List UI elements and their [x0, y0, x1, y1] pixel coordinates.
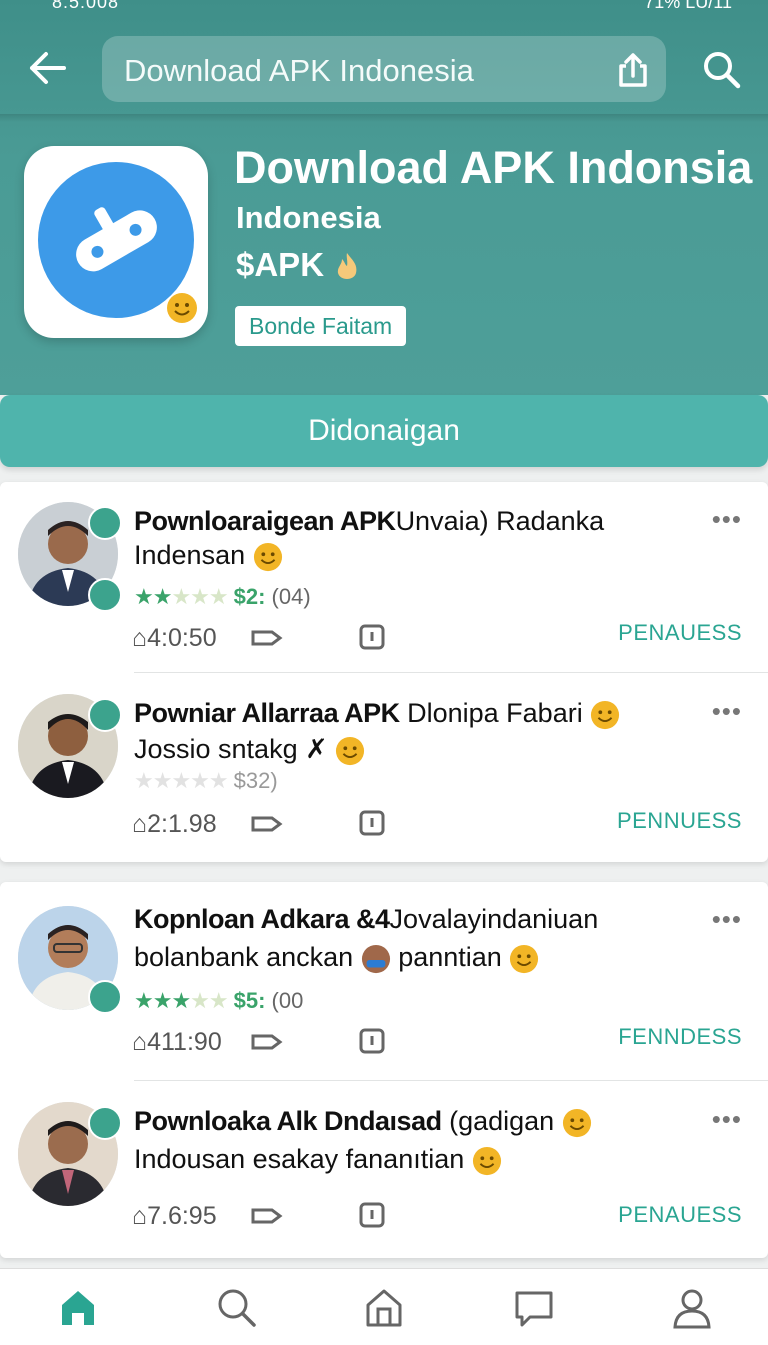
item-action-button[interactable]: PENAUESS: [618, 620, 742, 646]
more-options-icon[interactable]: •••: [712, 696, 742, 727]
item-time: 7.6:95: [147, 1202, 217, 1230]
list-item[interactable]: Kopnloan Adkara &4Jovalayindaniuan bolan…: [0, 882, 768, 1078]
status-battery: 71%: [644, 0, 681, 12]
tag-icon: [251, 1208, 283, 1224]
app-title: Download APK Indonsia: [234, 142, 753, 193]
tag-icon: [251, 816, 283, 832]
home-small-icon: ⌂: [132, 624, 148, 652]
item-title: Pownloaka Alk Dndaısad: [134, 1106, 442, 1136]
rating-stars: ★★★★★ $2: (04): [134, 584, 311, 609]
tag-icon: [251, 630, 283, 646]
profile-icon[interactable]: [670, 1285, 714, 1329]
item-subtitle: Jossio sntakg: [134, 734, 298, 764]
smiley-emoji-icon: [562, 1108, 591, 1137]
item-price: $2:: [233, 584, 266, 609]
item-title-rest: Dlonipa Fabari: [407, 698, 583, 728]
more-options-icon[interactable]: •••: [712, 904, 742, 935]
item-title: Powniar Allarraa APK: [134, 698, 400, 728]
gear-badge-icon: [88, 980, 122, 1014]
download-box-icon[interactable]: [358, 809, 386, 837]
search-field-text: Download APK Indonesia: [124, 53, 474, 88]
share-icon[interactable]: [616, 52, 650, 88]
app-subtitle: Indonesia: [236, 200, 381, 235]
item-title: Kopnloan Adkara &4: [134, 904, 390, 934]
smiley-emoji-icon: [166, 292, 198, 324]
rating-stars: ★★★★★ $32): [134, 768, 278, 793]
item-title: Pownloaraigean APK: [134, 506, 396, 536]
app-icon: [24, 146, 208, 338]
item-subtitle: bolanbank anckan: [134, 942, 354, 972]
item-action-button[interactable]: PENAUESS: [618, 1202, 742, 1228]
smiley-emoji-icon: [253, 542, 282, 571]
gear-badge-icon: [88, 578, 122, 612]
status-time: 8:5:008: [52, 0, 120, 12]
item-time: 4:0:50: [147, 624, 217, 652]
item-title-rest: (gadigan: [449, 1106, 555, 1136]
list-item[interactable]: Pownloaraigean APKUnvaia) Radanka Indens…: [0, 482, 768, 672]
download-box-icon[interactable]: [358, 1201, 386, 1229]
store-icon[interactable]: [362, 1285, 406, 1329]
rating-stars: ★★★★★ $5: (00: [134, 988, 304, 1013]
bottom-navigation: [0, 1268, 768, 1345]
home-small-icon: ⌂: [132, 810, 148, 838]
home-small-icon: ⌂: [132, 1202, 148, 1230]
list-item[interactable]: Pownloaka Alk Dndaısad (gadigan Indousan…: [0, 1082, 768, 1258]
item-price: $32): [233, 768, 278, 793]
item-title-rest: Unvaia) Radanka: [395, 506, 605, 536]
home-icon[interactable]: [56, 1285, 100, 1329]
more-options-icon[interactable]: •••: [712, 504, 742, 535]
download-box-icon[interactable]: [358, 623, 386, 651]
tag-icon: [251, 1034, 283, 1050]
item-count: (04): [271, 584, 311, 609]
item-action-button[interactable]: FENNDESS: [618, 1024, 742, 1050]
search-icon[interactable]: [700, 48, 744, 92]
item-subtitle-rest: panntian: [398, 942, 502, 972]
smiley-emoji-icon: [336, 736, 365, 765]
toolbar: Download APK Indonesia: [0, 14, 768, 118]
item-price: $5:: [233, 988, 266, 1013]
more-options-icon[interactable]: •••: [712, 1104, 742, 1135]
smiley-emoji-icon: [472, 1146, 501, 1175]
item-action-button[interactable]: PENNUESS: [617, 808, 742, 834]
item-time: 411:90: [147, 1028, 222, 1056]
search-field[interactable]: Download APK Indonesia: [102, 36, 666, 102]
download-box-icon[interactable]: [358, 1027, 386, 1055]
fire-icon: [337, 253, 357, 280]
smiley-emoji-icon: [591, 700, 620, 729]
list-item[interactable]: Powniar Allarraa APK Dlonipa Fabari Joss…: [0, 674, 768, 860]
item-count: (00: [271, 988, 304, 1013]
status-right-text: LU/11: [685, 0, 732, 12]
home-small-icon: ⌂: [132, 1028, 148, 1056]
verified-badge-icon: [88, 506, 122, 540]
item-subtitle: Indousan esakay fananıtian: [134, 1144, 465, 1174]
smiley-emoji-icon: [510, 944, 539, 973]
app-tag[interactable]: Bonde Faitam: [235, 306, 407, 346]
download-button[interactable]: Didonaigan: [0, 395, 768, 467]
app-header: 8:5:008 71% LU/11 Download APK Indonesia: [0, 0, 768, 395]
verified-badge-icon: [88, 698, 122, 732]
item-time: 2:1.98: [147, 810, 217, 838]
item-title-rest: Jovalayindaniuan: [389, 904, 599, 934]
chat-icon[interactable]: [512, 1285, 556, 1329]
back-arrow-icon[interactable]: [24, 48, 72, 88]
face-emoji-icon: [361, 944, 390, 973]
tools-emoji-icon: ✗: [305, 734, 328, 764]
search-icon[interactable]: [214, 1285, 258, 1329]
app-price: $APK: [236, 246, 364, 284]
verified-badge-icon: [88, 1106, 122, 1140]
status-bar: 8:5:008 71% LU/11: [0, 0, 768, 14]
item-subtitle: Indensan: [134, 540, 246, 570]
